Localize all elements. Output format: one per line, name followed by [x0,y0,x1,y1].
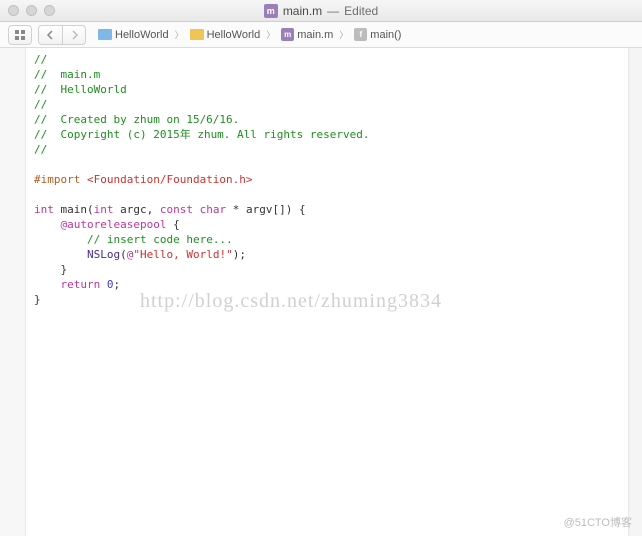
crumb-label: main() [370,29,401,41]
paren: ( [120,248,127,261]
type: int [94,203,114,216]
back-button[interactable] [38,25,62,45]
breadcrumb: HelloWorld 〉 HelloWorld 〉 m main.m 〉 f m… [96,28,403,41]
window-titlebar: m main.m — Edited [0,0,642,22]
string: "Hello, World!" [133,248,232,261]
brace: } [34,293,41,306]
crumb-label: HelloWorld [207,29,261,41]
number: 0 [100,278,113,291]
comment: // Created by zhum on 15/6/16. [34,113,239,126]
m-file-icon: m [264,4,278,18]
code-editor[interactable]: // // main.m // HelloWorld // // Created… [26,48,628,536]
chevron-right-icon [69,30,79,40]
window-filename: main.m [283,4,322,18]
chevron-icon: 〉 [264,28,277,41]
chevron-icon: 〉 [337,28,350,41]
comment: // [34,53,47,66]
paren: ); [233,248,246,261]
window-title: m main.m — Edited [0,4,642,18]
ident: main( [54,203,94,216]
jump-bar: HelloWorld 〉 HelloWorld 〉 m main.m 〉 f m… [0,22,642,48]
crumb-label: HelloWorld [115,29,169,41]
vertical-scrollbar[interactable] [628,48,642,536]
keyword: return [61,278,101,291]
chevron-icon: 〉 [173,28,186,41]
forward-button[interactable] [62,25,86,45]
func-call: NSLog [87,248,120,261]
brace: } [61,263,68,276]
crumb-label: main.m [297,29,333,41]
comment: // main.m [34,68,100,81]
crumb-project[interactable]: HelloWorld [96,29,171,41]
type: char [193,203,226,216]
crumb-file[interactable]: m main.m [279,28,335,41]
folder-icon [190,29,204,40]
line-gutter [0,48,26,536]
ident: argc, [114,203,160,216]
comment: // HelloWorld [34,83,127,96]
m-file-icon: m [281,28,294,41]
crumb-function[interactable]: f main() [352,28,403,41]
close-window-icon[interactable] [8,5,19,16]
comment: // Copyright (c) 2015年 zhum. All rights … [34,128,370,141]
zoom-window-icon[interactable] [44,5,55,16]
comment: // [34,143,47,156]
grid-icon [15,30,25,40]
comment: // [34,98,47,111]
type: int [34,203,54,216]
keyword: @autoreleasepool [61,218,167,231]
chevron-left-icon [46,30,56,40]
editor-area: // // main.m // HelloWorld // // Created… [0,48,642,536]
related-items-button[interactable] [8,25,32,45]
semicolon: ; [114,278,121,291]
directive: #import [34,173,80,186]
brace: { [166,218,179,231]
window-state: Edited [344,4,378,18]
traffic-lights [0,5,55,16]
comment: // insert code here... [87,233,233,246]
history-nav [38,25,86,45]
ident: * argv[]) { [226,203,305,216]
function-icon: f [354,28,367,41]
minimize-window-icon[interactable] [26,5,37,16]
include-path: <Foundation/Foundation.h> [80,173,252,186]
project-icon [98,29,112,40]
crumb-folder[interactable]: HelloWorld [188,29,263,41]
keyword: const [160,203,193,216]
